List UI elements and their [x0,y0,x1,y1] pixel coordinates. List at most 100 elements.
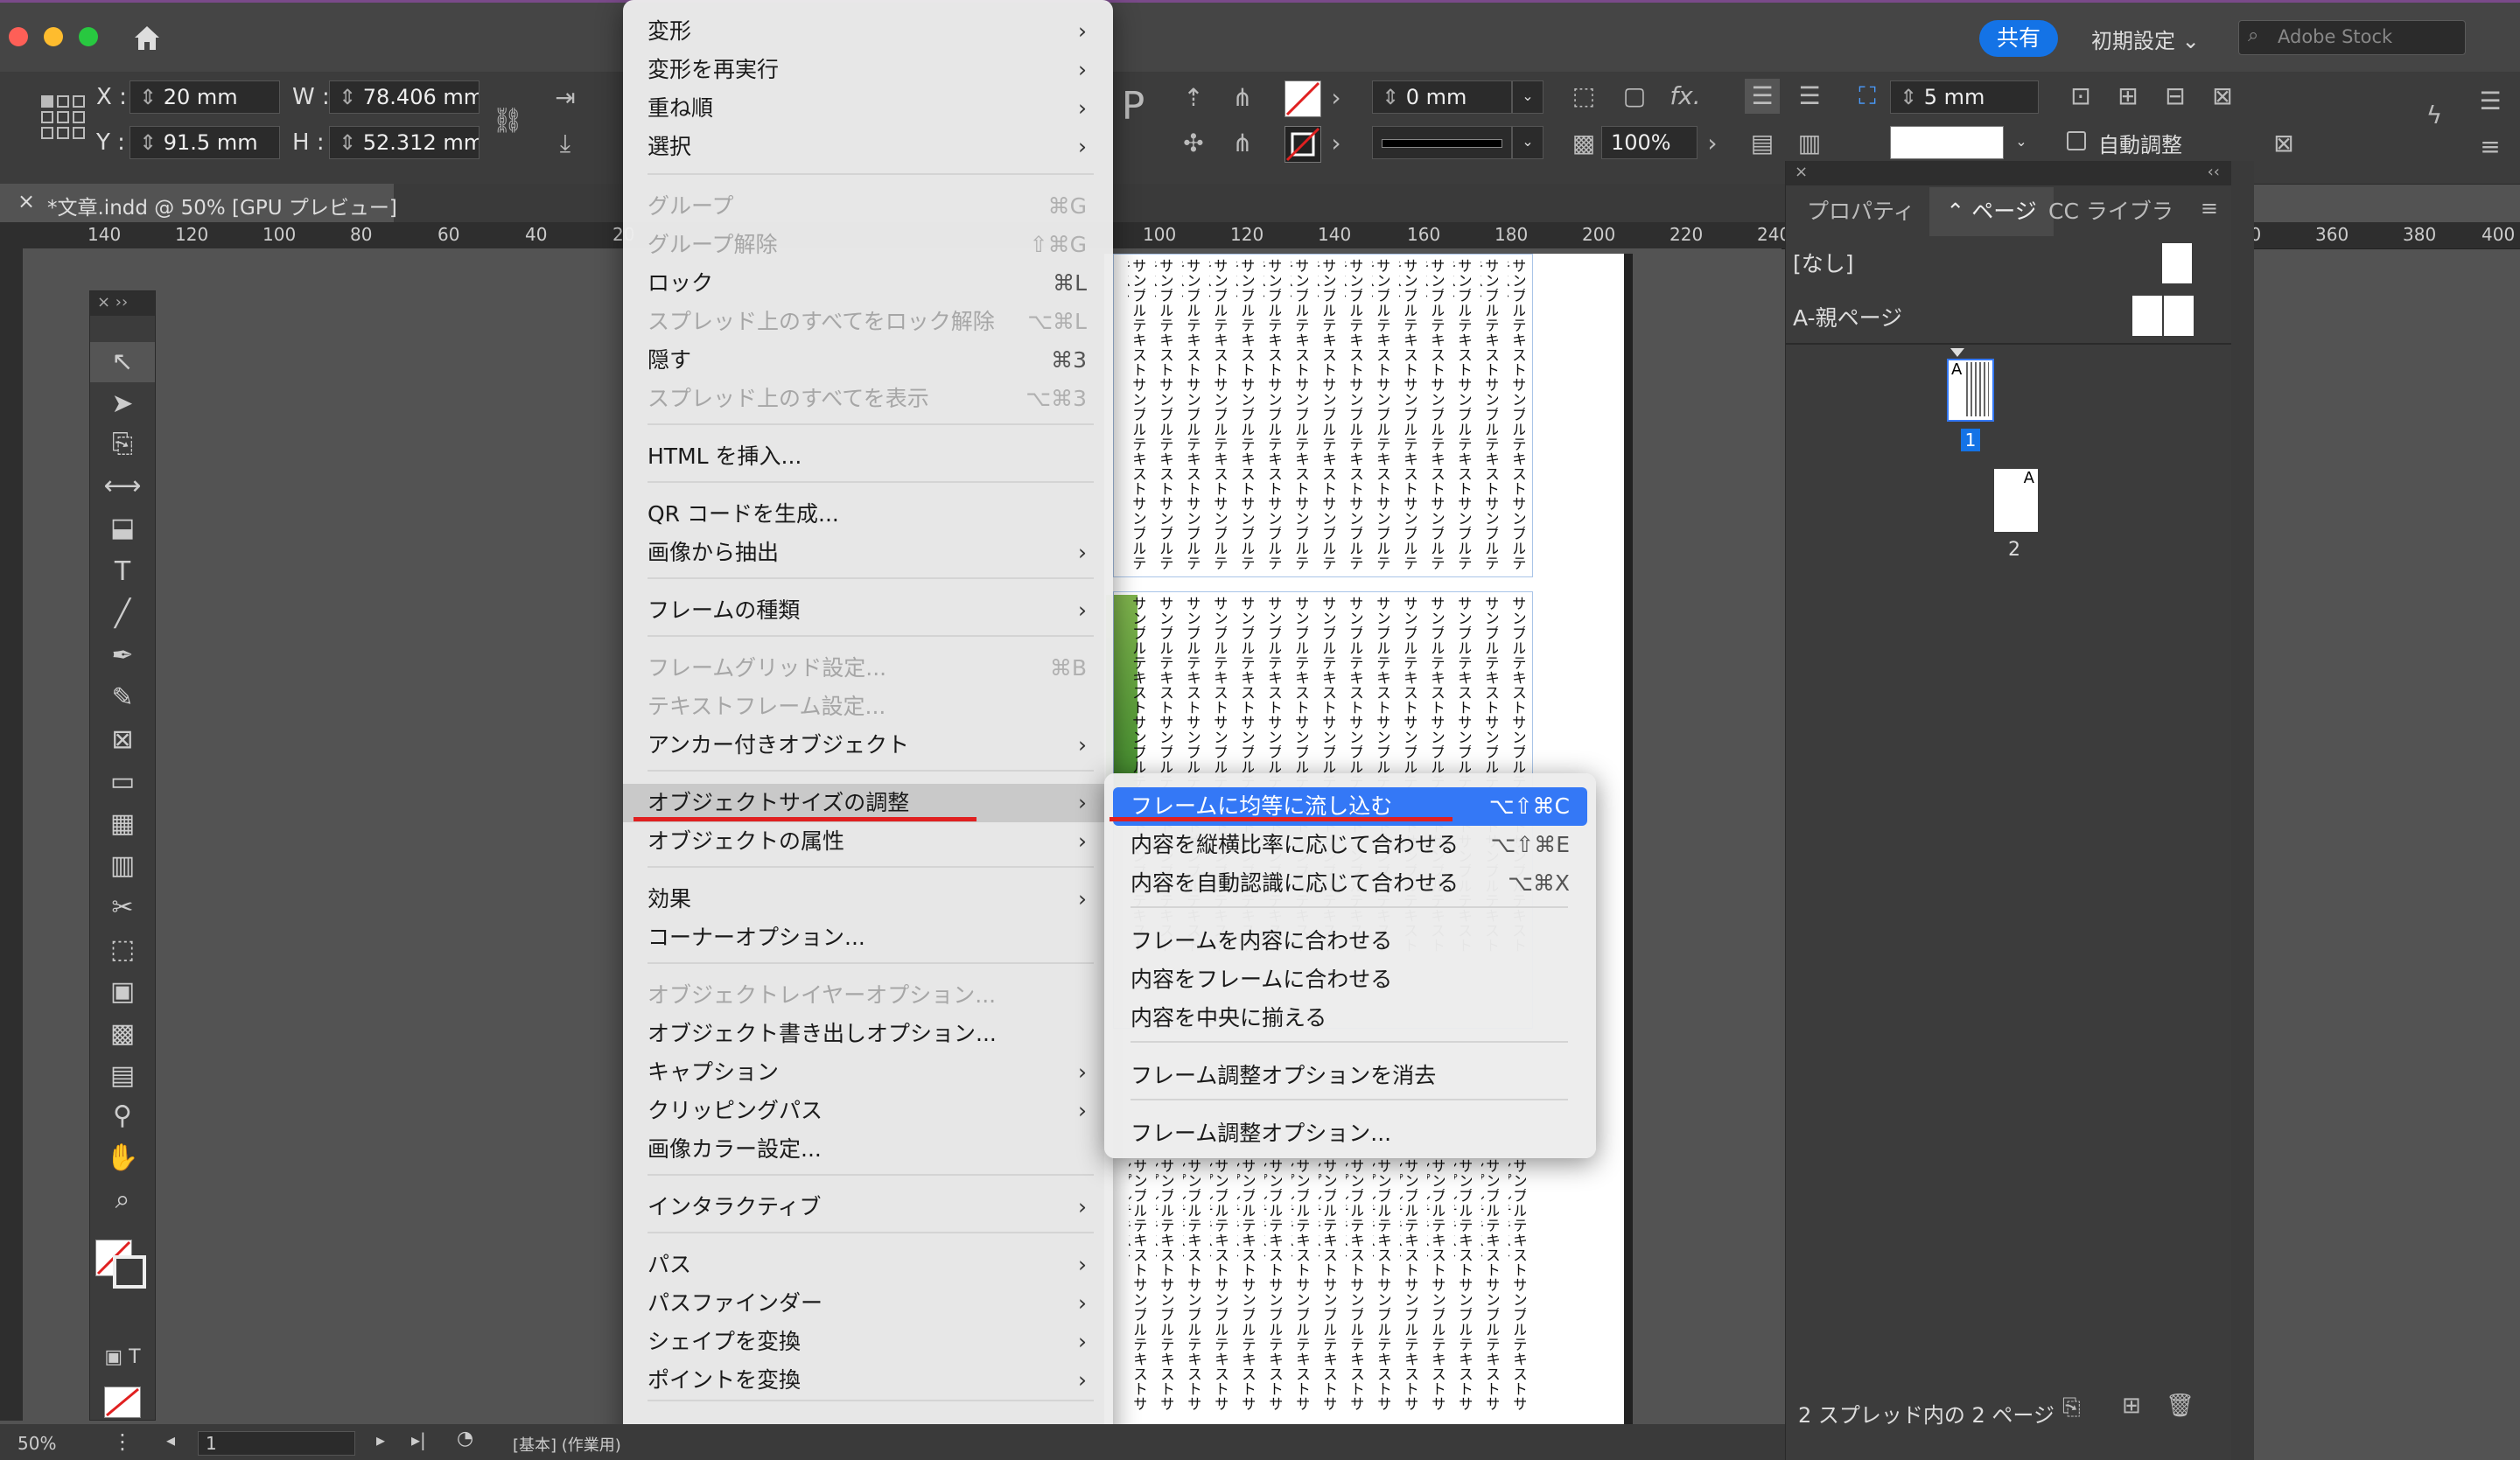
fitting-submenu-item[interactable]: 内容をフレームに合わせる [1104,961,1596,999]
context-menu-item[interactable]: ポイントを変換 › [623,1361,1113,1400]
context-menu-item[interactable]: 隠す ⌘3 [623,341,1113,380]
fill-swatch[interactable] [1284,80,1321,117]
page-2-number[interactable]: 2 [2008,539,2020,561]
text-type-icon[interactable]: P [1111,87,1155,126]
tab-cc-libraries[interactable]: CC ライブラ [2048,187,2174,236]
context-menu-item[interactable]: オブジェクトの属性 › [623,822,1113,861]
select-previous-icon[interactable]: ⋔ [1225,80,1260,115]
first-page-icon[interactable]: ◂ [166,1429,175,1450]
constrain-proportions-icon[interactable]: ⛓ [490,103,525,138]
opacity-field[interactable]: 100% [1601,126,1698,159]
fitting-submenu-item[interactable]: フレーム調整オプションを消去 [1104,1057,1596,1095]
preflight-profile[interactable]: [基本] (作業用) [513,1433,621,1456]
context-menu-item[interactable]: 画像から抽出 › [623,534,1113,572]
collapse-panel-icon[interactable]: ‹‹ [2208,163,2220,181]
offset-field[interactable]: ⇕ 5 mm [1890,80,2039,114]
auto-fit-frame-icon[interactable]: ⛶ [1850,79,1885,114]
zoom-window-button[interactable] [79,27,98,46]
free-transform-tool-icon[interactable]: ⬚ [90,930,155,970]
hamburger-menu-icon[interactable]: ≡ [2473,129,2508,164]
master-none-row[interactable]: [なし] [1786,238,2232,290]
document-tab[interactable]: × *文章.indd @ 50% [GPU プレビュー] [0,184,397,222]
context-menu-item[interactable]: 重ね順 › [623,89,1113,128]
rectangle-frame-tool-icon[interactable]: ⊠ [90,720,155,760]
text-wrap-alt-icon[interactable]: ▥ [1792,126,1827,161]
preflight-icon[interactable]: ◔ [457,1428,473,1450]
type-tool-icon[interactable]: T [90,552,155,592]
edit-page-size-icon[interactable]: ⎘ [2062,1394,2081,1422]
text-frame-top[interactable]: サンプルテキストサンプルテキストサンプルテキストサンプルテキストサンプルテキスト… [1113,254,1533,577]
hand-tool-icon[interactable]: ✋ [90,1138,155,1178]
eyedropper-tool-icon[interactable]: ⚲ [90,1096,155,1136]
align-center-icon[interactable]: ☰ [1792,79,1827,114]
tab-pages[interactable]: ⌃ ページ [1929,187,2054,236]
panel-scrollbar[interactable] [2231,161,2254,1460]
select-container-icon[interactable]: ⇡ [1176,80,1211,115]
stroke-swatch[interactable] [1284,126,1321,163]
content-collector-icon[interactable]: ⬓ [90,508,155,548]
context-menu-item[interactable]: シェイプを変換 › [623,1323,1113,1361]
drop-shadow-icon[interactable]: ⬚ [1566,79,1601,114]
pen-tool-icon[interactable]: ✒ [90,636,155,676]
flip-horizontal-icon[interactable]: ⇥ [548,80,583,115]
next-page-icon[interactable]: ▸ [376,1429,385,1450]
chevron-down-icon[interactable]: ⌄ [1512,126,1544,159]
context-menu-item[interactable]: HTML を挿入... [623,437,1113,476]
context-menu-item[interactable]: 変形 › [623,12,1113,51]
align-left-icon[interactable]: ☰ [1745,79,1780,114]
close-tab-icon[interactable]: × [18,189,35,213]
direct-selection-tool-icon[interactable]: ➤ [90,384,155,424]
context-menu-item[interactable]: QR コードを生成... [623,495,1113,534]
pages-panel-header[interactable]: × ‹‹ [1786,161,2232,185]
fitting-submenu-item[interactable]: 内容を自動認識に応じて合わせる ⌥⌘X [1104,864,1596,903]
page-1-thumb[interactable]: A [1947,359,1994,422]
scissors-tool-icon[interactable]: ✂ [90,888,155,928]
x-field[interactable]: ⇕ 20 mm [130,80,280,114]
frame-icon[interactable]: ▢ [1617,79,1652,114]
tab-properties[interactable]: プロパティ [1807,187,1915,236]
pencil-tool-icon[interactable]: ✎ [90,678,155,718]
text-wrap-icon[interactable]: ▤ [1745,126,1780,161]
center-content-icon[interactable]: ⊠ [2205,79,2240,114]
home-icon[interactable] [130,20,164,55]
stroke-weight-field[interactable]: ⇕ 0 mm [1372,80,1512,114]
context-menu-item[interactable]: ロック ⌘L [623,264,1113,303]
fit-frame-to-content-icon[interactable]: ⊞ [2110,79,2146,114]
fitting-submenu-item[interactable]: 内容を中央に揃える [1104,999,1596,1037]
reference-point-icon[interactable] [40,94,86,140]
fill-frame-proportionally-icon[interactable]: ⊟ [2158,79,2193,114]
context-menu-item[interactable]: 画像カラー設定... [623,1130,1113,1169]
gap-tool-icon[interactable]: ⟷ [90,466,155,506]
zoom-tool-icon[interactable]: ⌕ [90,1180,155,1220]
w-field[interactable]: ⇕ 78.406 mm [329,80,480,114]
context-menu-item[interactable]: 効果 › [623,880,1113,919]
gradient-tool-icon[interactable]: ▣ [90,972,155,1012]
context-menu-item[interactable]: 選択 › [623,128,1113,166]
content-grabber-icon[interactable]: ⊠ [2266,126,2301,161]
fx-icon[interactable]: fx. [1668,79,1703,114]
select-content-icon[interactable]: ✣ [1176,126,1211,161]
close-panel-icon[interactable]: × [1795,163,1808,181]
close-window-button[interactable] [9,27,28,46]
apply-color-icon[interactable]: ▣ T [90,1338,155,1378]
page-1-number[interactable]: 1 [1961,429,1980,451]
lightning-icon[interactable]: ϟ [2417,98,2452,133]
context-menu-item[interactable]: 変形を再実行 › [623,51,1113,89]
context-menu-item[interactable]: インタラクティブ › [623,1188,1113,1226]
grid-tool-icon[interactable]: ▥ [90,846,155,886]
chevron-down-icon[interactable]: ⌄ [1512,80,1544,114]
stroke-swatch-icon[interactable] [113,1255,146,1289]
page-options-icon[interactable]: ⋮ [112,1429,133,1454]
line-tool-icon[interactable]: ╱ [90,594,155,634]
fill-dropdown-icon[interactable]: › [1323,80,1349,115]
context-menu-item[interactable]: フレームの種類 › [623,591,1113,630]
gradient-feather-tool-icon[interactable]: ▩ [90,1014,155,1054]
table-tool-icon[interactable]: ▦ [90,804,155,844]
fitting-submenu-item[interactable]: 内容を縦横比率に応じて合わせる ⌥⇧⌘E [1104,826,1596,864]
share-button[interactable]: 共有 [1979,20,2058,57]
stroke-dropdown-icon[interactable]: › [1323,126,1349,161]
workspace-switcher[interactable]: 初期設定 ⌄ [2091,24,2200,54]
stock-search-input[interactable]: ⌕ Adobe Stock [2238,20,2466,55]
context-menu-item[interactable]: アンカー付きオブジェクト › [623,726,1113,765]
tools-panel-header[interactable]: × ›› [90,291,155,316]
